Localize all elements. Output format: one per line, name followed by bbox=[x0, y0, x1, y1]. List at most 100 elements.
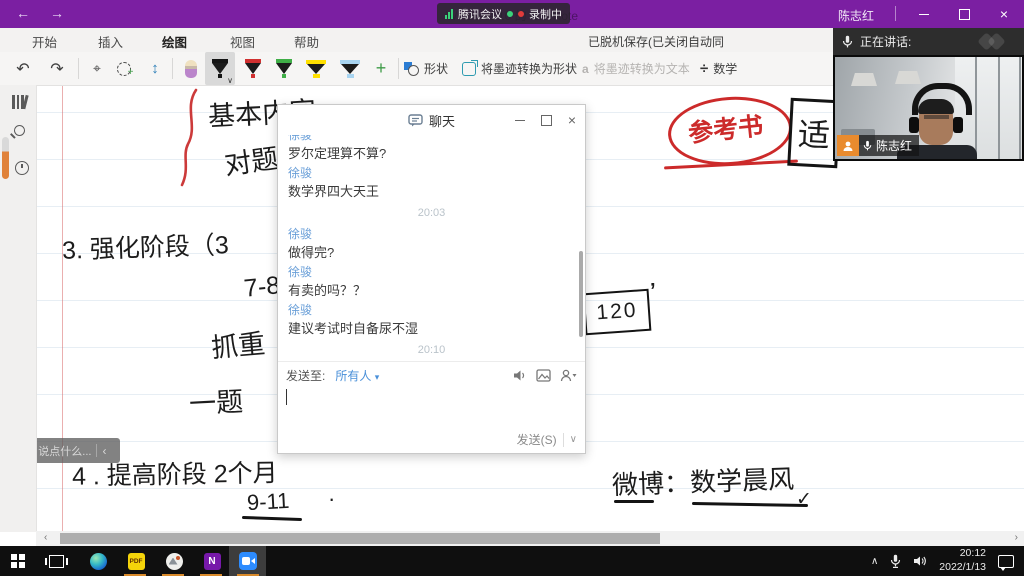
window-maximize-button[interactable] bbox=[944, 0, 984, 28]
task-view-icon bbox=[49, 555, 64, 568]
clock-date: 2022/1/13 bbox=[939, 561, 986, 573]
person-icon bbox=[842, 140, 854, 152]
pdf-icon: PDF bbox=[128, 553, 145, 570]
desktop: 基本内容 对题 3. 强化阶段（3 7-8 抓重 一题 4 . 提高阶段 2个月… bbox=[0, 0, 1024, 576]
send-to-dropdown[interactable]: 所有人 ▾ bbox=[335, 367, 379, 384]
chat-close-button[interactable]: × bbox=[559, 105, 585, 135]
tab-view[interactable]: 视图 bbox=[226, 32, 259, 51]
taskbar-tencent-meeting[interactable] bbox=[230, 546, 266, 576]
highlighter-blue[interactable] bbox=[334, 52, 366, 85]
add-pen-button[interactable]: + bbox=[368, 52, 394, 85]
chat-sender-name: 徐骏 bbox=[288, 165, 575, 182]
ink-to-shape-button[interactable]: 将墨迹转换为形状 bbox=[462, 52, 577, 85]
highlighter-yellow[interactable] bbox=[300, 52, 332, 85]
mention-person-icon[interactable] bbox=[560, 369, 577, 382]
video-bg-lamp bbox=[895, 71, 921, 84]
divider bbox=[96, 444, 97, 457]
scrollbar-thumb[interactable] bbox=[60, 533, 660, 544]
scroll-right-icon[interactable]: › bbox=[1015, 532, 1018, 543]
search-icon[interactable] bbox=[14, 125, 25, 136]
undo-button[interactable]: ↶ bbox=[10, 52, 36, 85]
send-button[interactable]: 发送(S) bbox=[517, 431, 557, 448]
chat-input-field[interactable] bbox=[278, 387, 585, 427]
taskbar-pdf-app[interactable]: PDF bbox=[118, 546, 154, 576]
meeting-video-overlay[interactable]: 正在讲话: bbox=[833, 28, 1024, 161]
send-to-label: 发送至: bbox=[286, 367, 325, 384]
chat-maximize-button[interactable] bbox=[533, 105, 559, 135]
tab-home[interactable]: 开始 bbox=[28, 32, 61, 51]
account-name[interactable]: 陈志红 bbox=[838, 7, 874, 24]
participant-badge bbox=[837, 135, 859, 156]
pen-black-selected[interactable]: ∨ bbox=[205, 52, 235, 85]
chat-message-text: 罗尔定理算不算? bbox=[288, 145, 575, 162]
scroll-indicator[interactable] bbox=[2, 137, 9, 179]
taskbar-edge[interactable] bbox=[80, 546, 116, 576]
chat-messages[interactable]: 徐骏罗尔定理算不算?徐骏数学界四大天王20:03徐骏做得完?徐骏有卖的吗？？徐骏… bbox=[278, 135, 585, 361]
tencent-meeting-icon bbox=[239, 552, 257, 570]
redo-button[interactable]: ↷ bbox=[44, 52, 70, 85]
system-tray: ∧ 20:12 2022/1/13 bbox=[871, 546, 1024, 576]
red-brace-stroke bbox=[176, 88, 202, 188]
tray-mic-icon[interactable] bbox=[890, 554, 901, 568]
tab-insert[interactable]: 插入 bbox=[94, 32, 127, 51]
divider bbox=[563, 433, 564, 447]
score-box: 120 bbox=[583, 289, 652, 336]
chat-message-text: 有卖的吗？？ bbox=[288, 282, 575, 299]
edge-icon bbox=[90, 553, 107, 570]
recording-label: 录制中 bbox=[529, 6, 562, 22]
chat-sender-name: 徐骏 bbox=[288, 264, 575, 281]
onenote-titlebar: ← → Windows 10 的 OneNote 腾讯会议 录制中 陈志红 × bbox=[0, 0, 1024, 28]
participant-video[interactable]: 陈志红 bbox=[833, 55, 1024, 161]
window-close-button[interactable]: × bbox=[984, 0, 1024, 28]
handwriting-dot: · bbox=[328, 486, 335, 512]
handwriting-weibo: 微博：数学晨风 bbox=[611, 459, 794, 502]
quick-chat-placeholder[interactable]: 说点什么... bbox=[38, 443, 91, 459]
notebooks-icon[interactable] bbox=[12, 95, 28, 109]
handwriting-duiti: 对题 bbox=[222, 136, 281, 182]
task-view-button[interactable] bbox=[38, 546, 74, 576]
recent-notes-icon[interactable] bbox=[15, 161, 29, 175]
lasso-select-button[interactable]: ⌖ bbox=[84, 52, 110, 85]
canvas-horizontal-scrollbar[interactable]: ‹ › bbox=[36, 531, 1024, 546]
chat-message-text: 做得完? bbox=[288, 244, 575, 261]
chat-send-bar: 发送至: 所有人 ▾ bbox=[278, 361, 585, 388]
collapse-arrow-icon[interactable]: ‹ bbox=[102, 444, 106, 458]
taskbar-paint-app[interactable] bbox=[156, 546, 192, 576]
tab-help[interactable]: 帮助 bbox=[290, 32, 323, 51]
chat-minimize-button[interactable] bbox=[507, 105, 533, 135]
handwriting-tick: ’ bbox=[650, 280, 656, 303]
tray-expand-icon[interactable]: ∧ bbox=[871, 556, 878, 567]
mic-icon bbox=[863, 140, 872, 152]
start-button[interactable] bbox=[0, 546, 36, 576]
lasso-circle-button[interactable]: + bbox=[112, 52, 138, 85]
window-minimize-button[interactable] bbox=[904, 0, 944, 28]
dropdown-arrow-icon: ▾ bbox=[375, 372, 380, 382]
scroll-left-icon[interactable]: ‹ bbox=[44, 532, 47, 543]
pen-red[interactable] bbox=[239, 52, 267, 85]
math-button[interactable]: ÷ 数学 bbox=[700, 52, 737, 85]
chat-sender-name: 徐骏 bbox=[288, 302, 575, 319]
underline-weibo bbox=[614, 500, 654, 503]
taskbar-onenote[interactable]: N bbox=[194, 546, 230, 576]
chat-scrollbar[interactable] bbox=[579, 251, 583, 337]
text-cursor bbox=[286, 389, 287, 405]
image-icon[interactable] bbox=[536, 369, 551, 382]
eraser-tool[interactable] bbox=[179, 52, 203, 85]
sound-icon[interactable] bbox=[513, 369, 527, 382]
handwriting-zhuazhong: 抓重 bbox=[209, 322, 266, 366]
pen-green[interactable] bbox=[270, 52, 298, 85]
windows-taskbar: PDF N ∧ 20:12 2022/1/13 bbox=[0, 546, 1024, 576]
insert-space-button[interactable]: ↕ bbox=[142, 52, 168, 85]
paint-icon bbox=[166, 553, 183, 570]
video-bg-lamp bbox=[851, 73, 877, 86]
action-center-icon[interactable] bbox=[998, 555, 1014, 568]
chat-timestamp: 20:10 bbox=[288, 343, 575, 357]
tray-volume-icon[interactable] bbox=[913, 555, 927, 567]
taskbar-clock[interactable]: 20:12 2022/1/13 bbox=[939, 547, 986, 574]
meeting-status-pill[interactable]: 腾讯会议 录制中 bbox=[437, 3, 570, 24]
meeting-watermark-icon bbox=[980, 34, 1014, 49]
tab-draw[interactable]: 绘图 bbox=[158, 32, 191, 51]
send-options-arrow-icon[interactable]: ∨ bbox=[570, 434, 577, 445]
handwriting-months-9-11: 9-11 bbox=[246, 488, 290, 516]
shapes-button[interactable]: 形状 bbox=[404, 52, 448, 85]
